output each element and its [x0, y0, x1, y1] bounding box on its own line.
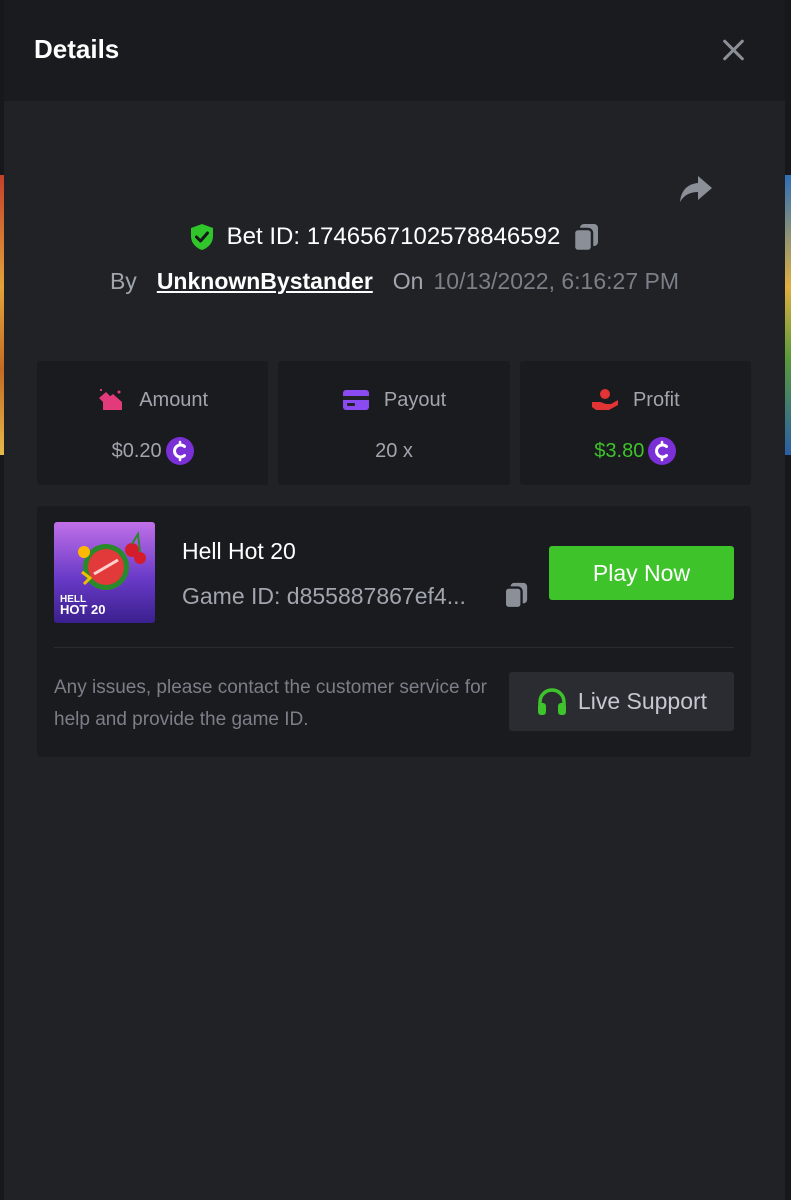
- modal-title: Details: [34, 34, 120, 64]
- game-thumbnail[interactable]: HELL HOT 20: [54, 522, 155, 623]
- bet-id: Bet ID: 1746567102578846592: [226, 223, 561, 250]
- backdrop-page-edge-right: [785, 175, 791, 455]
- close-icon[interactable]: [721, 38, 745, 62]
- coin-icon: [165, 437, 194, 465]
- support-help-text: Any issues, please contact the customer …: [54, 677, 487, 730]
- stat-value-amount: $0.20: [111, 439, 162, 462]
- amount-icon: [99, 389, 123, 410]
- share-icon[interactable]: [676, 168, 716, 208]
- copy-icon[interactable]: [503, 581, 529, 609]
- game-card: HELL HOT 20 Hell Hot 20 Game ID: d855887…: [37, 506, 751, 757]
- stat-profit: Profit $3.80: [519, 361, 751, 485]
- thumbnail-title-bottom: HOT 20: [60, 602, 106, 617]
- verified-shield-icon: [190, 224, 213, 250]
- live-support-button[interactable]: Live Support: [509, 672, 734, 731]
- game-id: Game ID: d855887867ef4...: [182, 583, 466, 609]
- live-support-label: Live Support: [577, 688, 708, 714]
- username-link[interactable]: UnknownBystander: [157, 268, 373, 295]
- game-name: Hell Hot 20: [182, 538, 296, 564]
- stat-label-amount: Amount: [139, 388, 209, 411]
- by-label: By: [109, 268, 137, 294]
- stat-amount: Amount $0.20: [37, 361, 269, 485]
- bet-id-row: Bet ID: 1746567102578846592: [4, 222, 785, 252]
- stat-value-payout: 20 x: [375, 439, 413, 462]
- bet-stats: Amount $0.20 Payout 20 x Profit $3.80: [37, 361, 751, 485]
- bet-meta-row: By UnknownBystander On 10/13/2022, 6:16:…: [4, 268, 785, 295]
- modal-header: Details: [4, 0, 785, 101]
- play-now-button[interactable]: Play Now: [549, 546, 734, 600]
- divider: [54, 647, 734, 648]
- headphones-icon: [537, 687, 566, 715]
- bet-datetime: 10/13/2022, 6:16:27 PM: [433, 268, 680, 294]
- hand-coin-icon: [591, 389, 618, 410]
- stat-value-profit: $3.80: [594, 439, 645, 462]
- stat-label-profit: Profit: [632, 388, 680, 411]
- stat-payout: Payout 20 x: [278, 361, 510, 485]
- stat-label-payout: Payout: [383, 388, 447, 411]
- coin-icon: [648, 437, 677, 465]
- card-icon: [342, 390, 369, 410]
- copy-icon[interactable]: [572, 222, 600, 252]
- bet-details-modal: Details Bet ID: 1746567102578846592 By U…: [4, 0, 785, 1200]
- on-label: On: [392, 268, 424, 294]
